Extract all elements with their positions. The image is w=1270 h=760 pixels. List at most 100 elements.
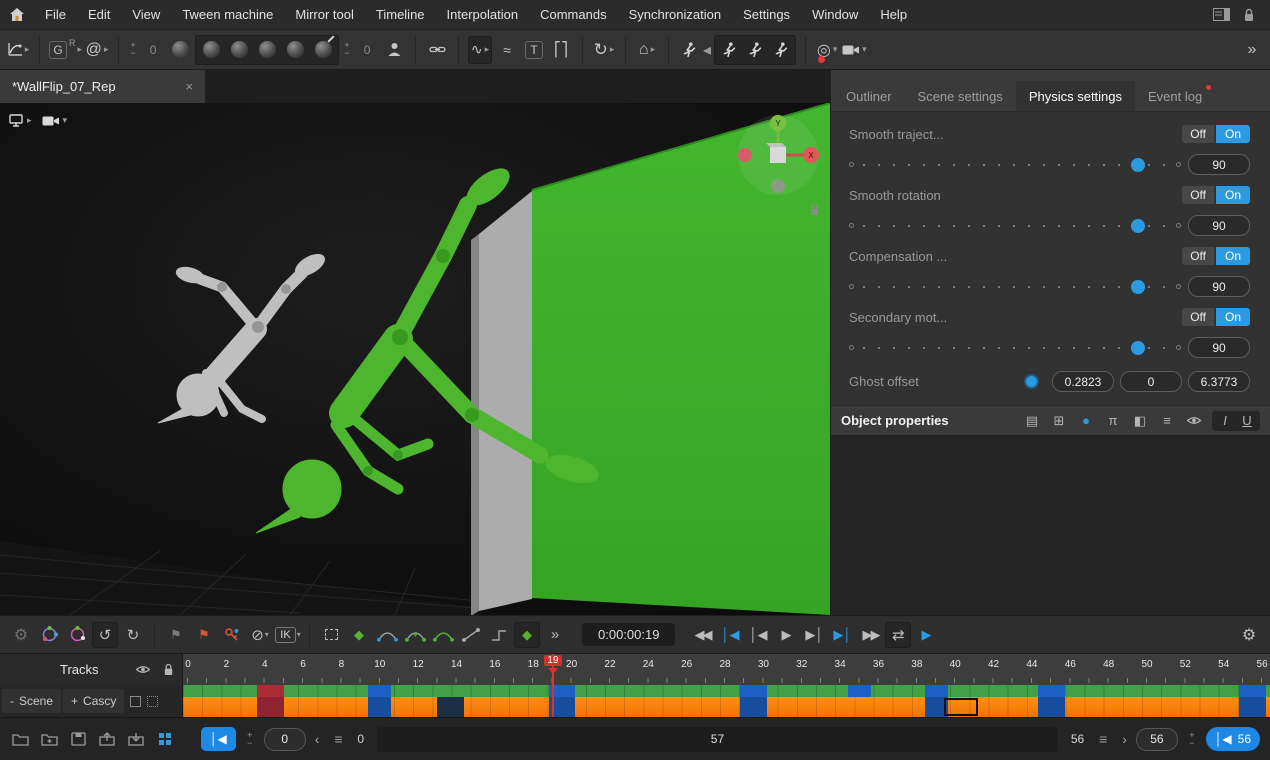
collapse-toggle[interactable]: -	[10, 694, 14, 708]
animation-mode-c-button[interactable]	[770, 39, 792, 61]
menu-item-view[interactable]: View	[121, 0, 171, 29]
menu-item-synchronization[interactable]: Synchronization	[618, 0, 733, 29]
ball-move-button[interactable]	[227, 36, 251, 64]
slider-handle[interactable]	[1131, 219, 1145, 233]
gizmo-mode-a-button[interactable]	[36, 622, 62, 648]
slider[interactable]	[861, 341, 1169, 355]
menu-item-help[interactable]: Help	[869, 0, 918, 29]
menu-item-interpolation[interactable]: Interpolation	[436, 0, 530, 29]
character-track-strip[interactable]	[183, 697, 1270, 717]
track-row-cascy[interactable]: +Cascy	[63, 689, 124, 713]
ball-rotate-button[interactable]	[255, 36, 279, 64]
ik-mode-button[interactable]: IK ▾	[275, 622, 301, 648]
export-icon[interactable]	[97, 730, 117, 748]
toggle-on-button[interactable]: On	[1216, 186, 1250, 204]
tab-event-log[interactable]: Event log	[1135, 81, 1215, 111]
timeline-settings-gear-icon[interactable]: ⚙	[8, 622, 34, 648]
tab-outliner[interactable]: Outliner	[833, 81, 905, 111]
weight-value[interactable]: 0	[355, 36, 379, 64]
camera-tool-button[interactable]: ▾	[842, 36, 867, 64]
keyframe-marker[interactable]	[1038, 685, 1065, 697]
interp-arc-dots-button[interactable]	[374, 622, 400, 648]
pi-icon[interactable]: π	[1104, 412, 1122, 430]
italic-i-icon[interactable]: I	[1216, 412, 1234, 430]
ball-select-button[interactable]	[199, 36, 223, 64]
slider-value-box[interactable]: 90	[1188, 337, 1250, 358]
menu-item-edit[interactable]: Edit	[77, 0, 121, 29]
toggle-on-button[interactable]: On	[1216, 125, 1250, 143]
interp-linear-button[interactable]	[458, 622, 484, 648]
slider[interactable]	[861, 158, 1169, 172]
playhead[interactable]: 19	[552, 654, 554, 717]
jump-to-start-button[interactable]: │◀	[201, 727, 236, 751]
slider-value-box[interactable]: 90	[1188, 154, 1250, 175]
range-end-stepper[interactable]: +−	[1187, 732, 1197, 747]
snap-value-stepper[interactable]: +−	[128, 42, 138, 57]
display-mode-button[interactable]: ▸	[8, 113, 32, 128]
menu-item-tween-machine[interactable]: Tween machine	[171, 0, 284, 29]
underline-u-icon[interactable]: U	[1238, 412, 1256, 430]
split-view-icon[interactable]: ◧	[1131, 412, 1149, 430]
grid-snap-icon[interactable]	[155, 730, 175, 748]
play-button[interactable]: ▶	[773, 622, 799, 648]
animation-mode-b-button[interactable]	[744, 39, 766, 61]
interp-fixed-button[interactable]: ◆	[514, 622, 540, 648]
track-checkbox-dashed-icon[interactable]	[147, 696, 158, 707]
toggle-off-button[interactable]: Off	[1182, 125, 1214, 143]
chevron-left-small-icon[interactable]: ‹	[315, 731, 320, 747]
close-tab-icon[interactable]: ×	[185, 79, 193, 94]
tab-scene-settings[interactable]: Scene settings	[905, 81, 1016, 111]
slider[interactable]	[861, 280, 1169, 294]
keyframe-marker[interactable]	[848, 685, 871, 697]
layout-panels-icon[interactable]	[1212, 7, 1230, 23]
ghost-tool-button[interactable]: G R ▸	[49, 36, 82, 64]
save-icon[interactable]	[68, 730, 88, 748]
next-frame-button[interactable]: ▶│	[801, 622, 827, 648]
ghost-offset-radio[interactable]	[1026, 376, 1037, 387]
key-button[interactable]	[219, 622, 245, 648]
rewind-button[interactable]: ◀◀	[689, 622, 715, 648]
list-icon[interactable]: ≡	[1158, 412, 1176, 430]
tracks-visibility-eye-icon[interactable]	[135, 664, 151, 675]
keyframe-marker[interactable]	[925, 685, 948, 697]
range-end-box[interactable]: 56	[1136, 728, 1178, 751]
wave-filter-button[interactable]: ≈	[495, 36, 519, 64]
animation-mode-a-button[interactable]	[718, 39, 740, 61]
track-row-scene[interactable]: -Scene	[2, 689, 61, 713]
playback-settings-gear-icon[interactable]: ⚙	[1236, 622, 1262, 648]
viewport-3d-scene[interactable]: ▸ ▾ Y X	[0, 103, 830, 615]
rest-pose-button[interactable]: ⌂ ▸	[635, 36, 659, 64]
range-brackets-button[interactable]: ⎡⎤	[549, 36, 573, 64]
menu-item-mirror-tool[interactable]: Mirror tool	[284, 0, 365, 29]
jump-to-end-button[interactable]: │◀ 56	[1206, 727, 1260, 751]
app-home-icon[interactable]	[0, 0, 34, 30]
viewport-lock-icon[interactable]	[809, 203, 820, 216]
rotate-cycle-button[interactable]: ↻ ▸	[592, 36, 616, 64]
loop-mode-button[interactable]: ↺	[92, 622, 118, 648]
flag-dark-button[interactable]: ⚑	[163, 622, 189, 648]
physics-play-button[interactable]: ▶	[913, 622, 939, 648]
toggle-off-button[interactable]: Off	[1182, 186, 1214, 204]
slider-handle[interactable]	[1131, 158, 1145, 172]
character-button[interactable]	[382, 36, 406, 64]
keyframe-marker[interactable]	[740, 697, 767, 717]
keyframe-marker[interactable]	[368, 697, 391, 717]
time-display[interactable]: 0:00:00:19	[582, 623, 675, 646]
window-icon[interactable]: ▤	[1023, 412, 1041, 430]
slider[interactable]	[861, 219, 1169, 233]
ghost-offset-value-0[interactable]: 0.2823	[1052, 371, 1114, 392]
weight-value-stepper[interactable]: +−	[342, 42, 352, 57]
toggle-on-button[interactable]: On	[1216, 247, 1250, 265]
toolbar-overflow-button[interactable]: »	[1240, 36, 1264, 64]
tab-physics-settings[interactable]: Physics settings	[1016, 81, 1135, 111]
link-button[interactable]	[425, 36, 449, 64]
ghost-offset-value-2[interactable]: 6.3773	[1188, 371, 1250, 392]
scene-track-strip[interactable]	[183, 685, 1270, 697]
tracks-lock-icon[interactable]	[163, 663, 174, 676]
import-icon[interactable]	[126, 730, 146, 748]
loop-toggle-button[interactable]: ⇄	[885, 622, 911, 648]
menu-item-file[interactable]: File	[34, 0, 77, 29]
toggle-off-button[interactable]: Off	[1182, 247, 1214, 265]
chevron-left-icon[interactable]: ◂	[703, 40, 711, 60]
camera-view-button[interactable]: ▾	[42, 115, 68, 127]
